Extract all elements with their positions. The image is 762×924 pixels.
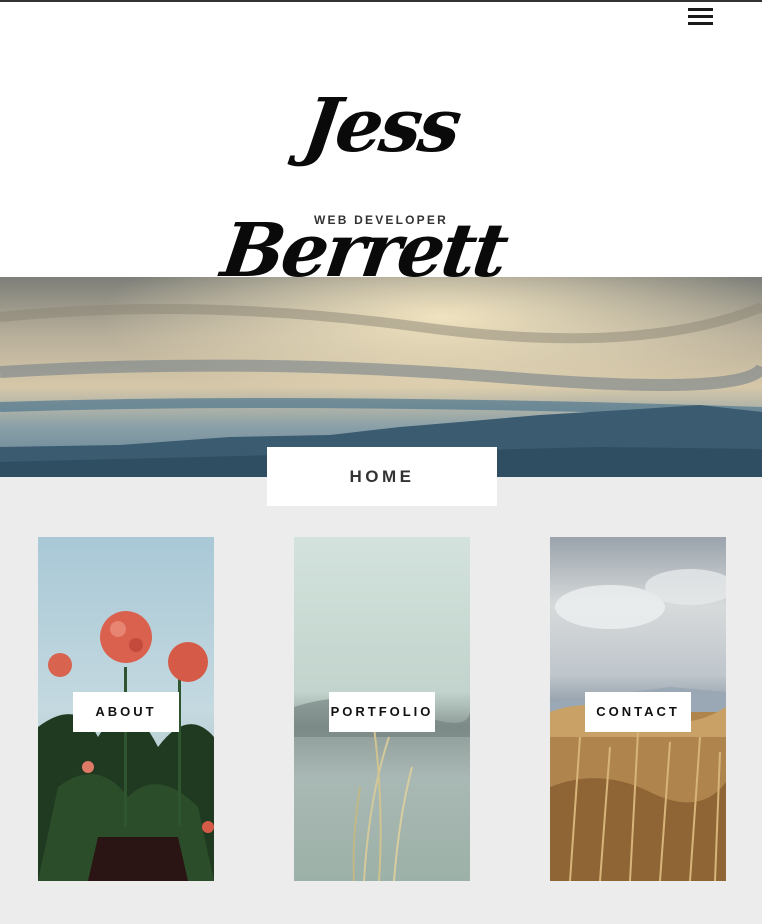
about-card[interactable]: ABOUT [38,537,214,881]
hamburger-menu-icon[interactable] [684,6,716,28]
site-header: Jess Berrett WEB DEVELOPER [0,2,762,294]
logo-text: Jess Berrett [216,83,511,294]
portfolio-card[interactable]: PORTFOLIO [294,537,470,881]
portfolio-label[interactable]: PORTFOLIO [329,692,435,732]
site-subtitle: WEB DEVELOPER [314,213,448,227]
contact-label[interactable]: CONTACT [585,692,691,732]
page-title-home: HOME [267,447,497,506]
site-logo[interactable]: Jess Berrett [198,64,564,294]
contact-card[interactable]: CONTACT [550,537,726,881]
about-label[interactable]: ABOUT [73,692,179,732]
